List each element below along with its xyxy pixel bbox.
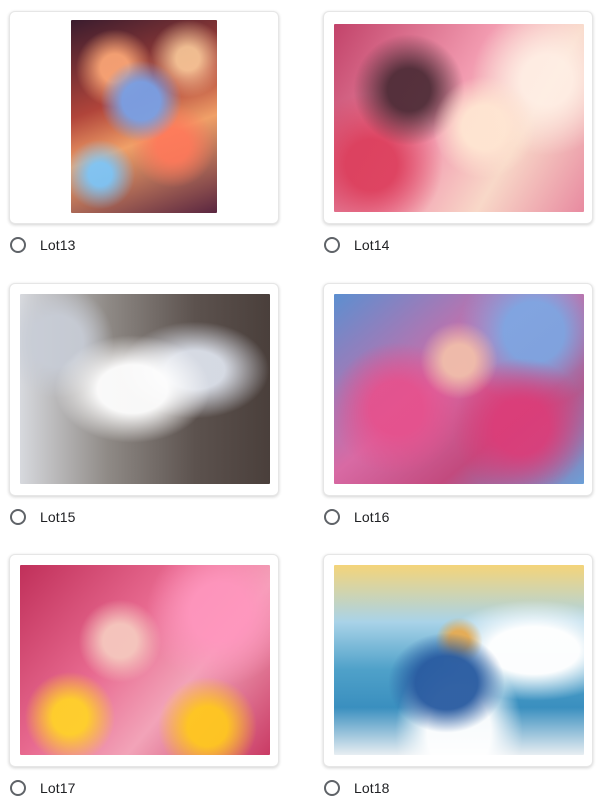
painting-image xyxy=(334,565,584,755)
lot-option-17[interactable]: Lot17 xyxy=(9,554,279,796)
lot-label: Lot14 xyxy=(354,237,390,253)
radio-button[interactable] xyxy=(10,780,26,796)
lot-radio-choice[interactable]: Lot14 xyxy=(323,233,390,257)
lot-option-15[interactable]: Lot15 xyxy=(9,283,279,525)
lot-radio-choice[interactable]: Lot16 xyxy=(323,505,390,529)
painting-image xyxy=(71,20,217,213)
painting-image xyxy=(334,24,584,212)
radio-button[interactable] xyxy=(324,237,340,253)
painting-image xyxy=(20,565,270,755)
lot-option-14[interactable]: Lot14 xyxy=(323,11,593,253)
lot-label: Lot13 xyxy=(40,237,76,253)
lot-option-18[interactable]: Lot18 xyxy=(323,554,593,796)
radio-button[interactable] xyxy=(10,509,26,525)
lot-label: Lot17 xyxy=(40,780,76,796)
lot-image-card[interactable] xyxy=(323,11,593,224)
lot-option-16[interactable]: Lot16 xyxy=(323,283,593,525)
lot-radio-choice[interactable]: Lot15 xyxy=(9,505,76,529)
lot-image-card[interactable] xyxy=(9,554,279,767)
lot-radio-choice[interactable]: Lot13 xyxy=(9,233,76,257)
painting-image xyxy=(20,294,270,484)
radio-button[interactable] xyxy=(324,509,340,525)
lot-label: Lot15 xyxy=(40,509,76,525)
lot-label: Lot18 xyxy=(354,780,390,796)
lot-option-13[interactable]: Lot13 xyxy=(9,11,279,253)
lot-image-card[interactable] xyxy=(9,11,279,224)
lot-selection-grid: Lot13 Lot14 Lot15 Lot16 Lot17 Lot18 xyxy=(0,0,611,811)
lot-image-card[interactable] xyxy=(9,283,279,496)
radio-button[interactable] xyxy=(10,237,26,253)
lot-radio-choice[interactable]: Lot17 xyxy=(9,776,76,800)
lot-radio-choice[interactable]: Lot18 xyxy=(323,776,390,800)
lot-label: Lot16 xyxy=(354,509,390,525)
lot-image-card[interactable] xyxy=(323,283,593,496)
radio-button[interactable] xyxy=(324,780,340,796)
painting-image xyxy=(334,294,584,484)
lot-image-card[interactable] xyxy=(323,554,593,767)
